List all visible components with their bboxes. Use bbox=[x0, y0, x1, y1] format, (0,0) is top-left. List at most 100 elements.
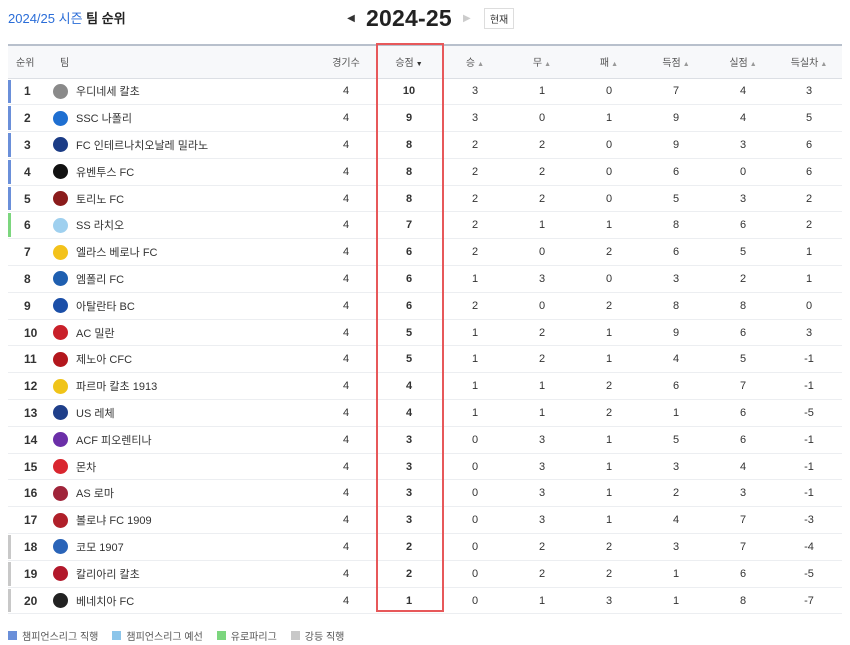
table-header-row: 순위 팀 경기수 승점 ▼ 승 ▲ 무 ▲ 패 ▲ 득점 ▲ 실점 ▲ 득실차 ▲ bbox=[8, 44, 842, 79]
points-cell: 8 bbox=[376, 185, 442, 213]
col-points[interactable]: 승점 ▼ bbox=[376, 44, 442, 79]
team-cell[interactable]: 유벤투스 FC bbox=[48, 158, 316, 186]
table-row[interactable]: 3 FC 인테르나치오날레 밀라노 4 8 2 2 0 9 3 6 bbox=[8, 131, 842, 159]
team-name[interactable]: SS 라치오 bbox=[76, 217, 124, 233]
draws-cell: 1 bbox=[508, 78, 576, 106]
table-row[interactable]: 20 베네치아 FC 4 1 0 1 3 1 8 -7 bbox=[8, 587, 842, 615]
rank-value: 19 bbox=[24, 566, 38, 581]
team-name[interactable]: 엘라스 베로나 FC bbox=[76, 244, 158, 260]
draws-cell: 2 bbox=[508, 185, 576, 213]
table-row[interactable]: 15 몬차 4 3 0 3 1 3 4 -1 bbox=[8, 453, 842, 481]
goals-for-cell: 3 bbox=[642, 265, 710, 293]
table-row[interactable]: 17 볼로냐 FC 1909 4 3 0 3 1 4 7 -3 bbox=[8, 506, 842, 535]
table-row[interactable]: 10 AC 밀란 4 5 1 2 1 9 6 3 bbox=[8, 319, 842, 347]
zone-bar bbox=[8, 213, 11, 238]
points-cell: 1 bbox=[376, 587, 442, 615]
wins-cell: 0 bbox=[442, 453, 508, 481]
team-cell[interactable]: 베네치아 FC bbox=[48, 587, 316, 615]
team-name[interactable]: SSC 나폴리 bbox=[76, 110, 132, 126]
rank-cell: 3 bbox=[8, 131, 48, 159]
team-cell[interactable]: 엘라스 베로나 FC bbox=[48, 238, 316, 267]
sort-asc-icon: ▲ bbox=[820, 61, 828, 69]
team-name[interactable]: 볼로냐 FC 1909 bbox=[76, 512, 152, 528]
table-row[interactable]: 1 우디네세 칼초 4 10 3 1 0 7 4 3 bbox=[8, 78, 842, 106]
table-row[interactable]: 2 SSC 나폴리 4 9 3 0 1 9 4 5 bbox=[8, 104, 842, 133]
team-cell[interactable]: 파르마 칼초 1913 bbox=[48, 372, 316, 401]
team-cell[interactable]: 우디네세 칼초 bbox=[48, 78, 316, 106]
next-season-icon[interactable]: ▶ bbox=[460, 13, 474, 24]
team-cell[interactable]: 몬차 bbox=[48, 453, 316, 481]
played-cell: 4 bbox=[316, 104, 376, 133]
team-name[interactable]: 우디네세 칼초 bbox=[76, 83, 140, 99]
played-cell: 4 bbox=[316, 506, 376, 535]
table-row[interactable]: 14 ACF 피오렌티나 4 3 0 3 1 5 6 -1 bbox=[8, 426, 842, 454]
col-wins[interactable]: 승 ▲ bbox=[442, 44, 508, 79]
points-cell: 9 bbox=[376, 104, 442, 133]
team-name[interactable]: US 레체 bbox=[76, 405, 115, 421]
losses-cell: 1 bbox=[576, 426, 642, 454]
losses-cell: 2 bbox=[576, 399, 642, 427]
col-wins-label: 승 bbox=[465, 58, 476, 70]
team-cell[interactable]: 토리노 FC bbox=[48, 185, 316, 213]
team-name[interactable]: 엠폴리 FC bbox=[76, 271, 124, 287]
losses-cell: 2 bbox=[576, 372, 642, 401]
team-cell[interactable]: AS 로마 bbox=[48, 479, 316, 508]
prev-season-icon[interactable]: ◀ bbox=[344, 13, 358, 24]
goals-for-cell: 5 bbox=[642, 426, 710, 454]
table-row[interactable]: 18 코모 1907 4 2 0 2 2 3 7 -4 bbox=[8, 533, 842, 561]
team-name[interactable]: 파르마 칼초 1913 bbox=[76, 378, 157, 394]
table-row[interactable]: 7 엘라스 베로나 FC 4 6 2 0 2 6 5 1 bbox=[8, 238, 842, 267]
team-name[interactable]: 유벤투스 FC bbox=[76, 164, 134, 180]
team-cell[interactable]: 볼로냐 FC 1909 bbox=[48, 506, 316, 535]
rank-value: 15 bbox=[24, 459, 38, 474]
team-cell[interactable]: 제노아 CFC bbox=[48, 345, 316, 374]
table-row[interactable]: 13 US 레체 4 4 1 1 2 1 6 -5 bbox=[8, 399, 842, 427]
team-logo-icon bbox=[53, 351, 68, 367]
table-row[interactable]: 19 칼리아리 칼초 4 2 0 2 2 1 6 -5 bbox=[8, 560, 842, 588]
col-goals-against[interactable]: 실점 ▲ bbox=[710, 44, 776, 79]
played-cell: 4 bbox=[316, 453, 376, 481]
table-row[interactable]: 16 AS 로마 4 3 0 3 1 2 3 -1 bbox=[8, 479, 842, 508]
team-logo-icon bbox=[53, 244, 68, 260]
team-name[interactable]: 아탈란타 BC bbox=[76, 298, 135, 314]
col-goal-diff[interactable]: 득실차 ▲ bbox=[776, 44, 842, 79]
team-cell[interactable]: 코모 1907 bbox=[48, 533, 316, 561]
table-row[interactable]: 11 제노아 CFC 4 5 1 2 1 4 5 -1 bbox=[8, 345, 842, 374]
rank-value: 7 bbox=[24, 245, 31, 260]
legend-item: 챔피언스리그 직행 bbox=[8, 628, 98, 643]
team-name[interactable]: 제노아 CFC bbox=[76, 351, 132, 367]
team-name[interactable]: 칼리아리 칼초 bbox=[76, 566, 140, 582]
col-goals-for[interactable]: 득점 ▲ bbox=[642, 44, 710, 79]
team-name[interactable]: FC 인테르나치오날레 밀라노 bbox=[76, 137, 208, 153]
table-row[interactable]: 5 토리노 FC 4 8 2 2 0 5 3 2 bbox=[8, 185, 842, 213]
table-row[interactable]: 8 엠폴리 FC 4 6 1 3 0 3 2 1 bbox=[8, 265, 842, 293]
team-name[interactable]: 베네치아 FC bbox=[76, 593, 134, 609]
goal-diff-cell: 1 bbox=[776, 238, 842, 267]
table-row[interactable]: 4 유벤투스 FC 4 8 2 2 0 6 0 6 bbox=[8, 158, 842, 186]
team-cell[interactable]: SSC 나폴리 bbox=[48, 104, 316, 133]
team-name[interactable]: AC 밀란 bbox=[76, 325, 115, 341]
points-cell: 4 bbox=[376, 372, 442, 401]
table-row[interactable]: 12 파르마 칼초 1913 4 4 1 1 2 6 7 -1 bbox=[8, 372, 842, 401]
rank-value: 12 bbox=[24, 379, 38, 394]
team-cell[interactable]: SS 라치오 bbox=[48, 211, 316, 240]
current-season-button[interactable]: 현재 bbox=[483, 7, 515, 29]
col-losses[interactable]: 패 ▲ bbox=[576, 44, 642, 79]
team-name[interactable]: 토리노 FC bbox=[76, 191, 124, 207]
team-name[interactable]: AS 로마 bbox=[76, 485, 114, 501]
team-cell[interactable]: AC 밀란 bbox=[48, 319, 316, 347]
team-cell[interactable]: US 레체 bbox=[48, 399, 316, 427]
col-draws[interactable]: 무 ▲ bbox=[508, 44, 576, 79]
team-name[interactable]: ACF 피오렌티나 bbox=[76, 432, 152, 448]
team-cell[interactable]: ACF 피오렌티나 bbox=[48, 426, 316, 454]
team-cell[interactable]: 아탈란타 BC bbox=[48, 292, 316, 320]
team-cell[interactable]: 엠폴리 FC bbox=[48, 265, 316, 293]
team-name[interactable]: 몬차 bbox=[76, 459, 96, 475]
table-row[interactable]: 9 아탈란타 BC 4 6 2 0 2 8 8 0 bbox=[8, 292, 842, 320]
team-cell[interactable]: FC 인테르나치오날레 밀라노 bbox=[48, 131, 316, 159]
table-row[interactable]: 6 SS 라치오 4 7 2 1 1 8 6 2 bbox=[8, 211, 842, 240]
losses-cell: 1 bbox=[576, 453, 642, 481]
team-name[interactable]: 코모 1907 bbox=[76, 539, 124, 555]
team-cell[interactable]: 칼리아리 칼초 bbox=[48, 560, 316, 588]
points-cell: 5 bbox=[376, 319, 442, 347]
